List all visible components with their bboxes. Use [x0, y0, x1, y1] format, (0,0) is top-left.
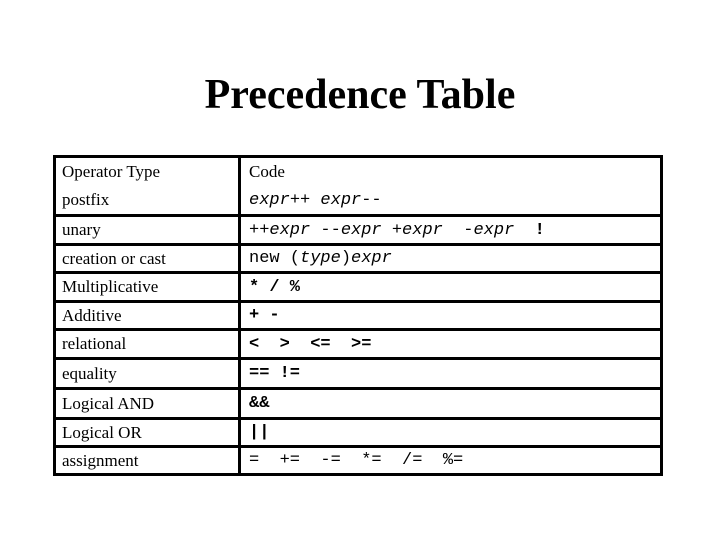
table-header-row: Operator Type Code	[56, 158, 660, 186]
operator-type-cell: Logical AND	[56, 390, 241, 417]
code-fragment: expr	[402, 220, 443, 240]
code-fragment: new (	[249, 249, 301, 268]
code-fragment: + -	[249, 306, 280, 325]
header-operator-type: Operator Type	[56, 158, 241, 186]
code-fragment: * / %	[249, 277, 301, 297]
code-cell: = += -= *= /= %=	[241, 448, 660, 473]
code-fragment: == !=	[249, 364, 301, 383]
code-cell: == !=	[241, 360, 660, 387]
operator-type-cell: creation or cast	[56, 246, 241, 271]
table-row: relational < > <= >=	[56, 328, 660, 357]
code-fragment: expr	[351, 249, 392, 268]
code-fragment: &&	[249, 394, 270, 413]
code-fragment: type	[300, 249, 341, 268]
code-fragment: --	[310, 220, 341, 240]
code-fragment: -	[442, 220, 474, 240]
table-row: unary ++ expr -- expr + expr - expr !	[56, 214, 660, 243]
code-fragment: ++	[249, 220, 270, 240]
code-fragment: --	[361, 190, 382, 210]
operator-type-cell: Additive	[56, 303, 241, 328]
code-cell: &&	[241, 390, 660, 417]
operator-type-cell: postfix	[56, 186, 241, 214]
code-cell: < > <= >=	[241, 331, 660, 357]
header-code: Code	[249, 162, 285, 181]
code-cell: * / %	[241, 274, 660, 300]
precedence-table: Operator Type Code postfix expr ++ expr -- u…	[53, 155, 663, 476]
code-fragment: expr	[340, 220, 382, 240]
code-fragment: ||	[249, 423, 270, 442]
code-cell: + -	[241, 303, 660, 328]
operator-type-cell: assignment	[56, 448, 241, 473]
code-fragment: expr	[320, 190, 362, 210]
code-fragment: expr	[473, 220, 515, 240]
operator-type-cell: Logical OR	[56, 420, 241, 445]
table-row: Multiplicative * / %	[56, 271, 660, 300]
code-cell: expr ++ expr --	[241, 186, 660, 214]
page-title: Precedence Table	[204, 72, 516, 118]
code-fragment: !	[514, 220, 545, 240]
code-fragment: ++	[289, 190, 321, 210]
table-row: postfix expr ++ expr --	[56, 186, 660, 214]
code-fragment: = += -= *= /= %=	[249, 451, 464, 470]
operator-type-cell: unary	[56, 217, 241, 243]
code-fragment: < > <= >=	[249, 334, 372, 354]
table-row: equality == !=	[56, 357, 660, 387]
code-fragment: expr	[269, 220, 311, 240]
operator-type-cell: equality	[56, 360, 241, 387]
table-row: Additive + -	[56, 300, 660, 328]
code-fragment: +	[381, 220, 403, 240]
operator-type-cell: Multiplicative	[56, 274, 241, 300]
code-cell: ||	[241, 420, 660, 445]
code-fragment: expr	[249, 190, 290, 210]
code-fragment: )	[340, 249, 352, 268]
table-row: assignment = += -= *= /= %=	[56, 445, 660, 473]
table-row: Logical OR ||	[56, 417, 660, 445]
operator-type-cell: relational	[56, 331, 241, 357]
table-row: creation or cast new (type) expr	[56, 243, 660, 271]
table-row: Logical AND &&	[56, 387, 660, 417]
code-cell: ++ expr -- expr + expr - expr !	[241, 217, 660, 243]
code-cell: new (type) expr	[241, 246, 660, 271]
